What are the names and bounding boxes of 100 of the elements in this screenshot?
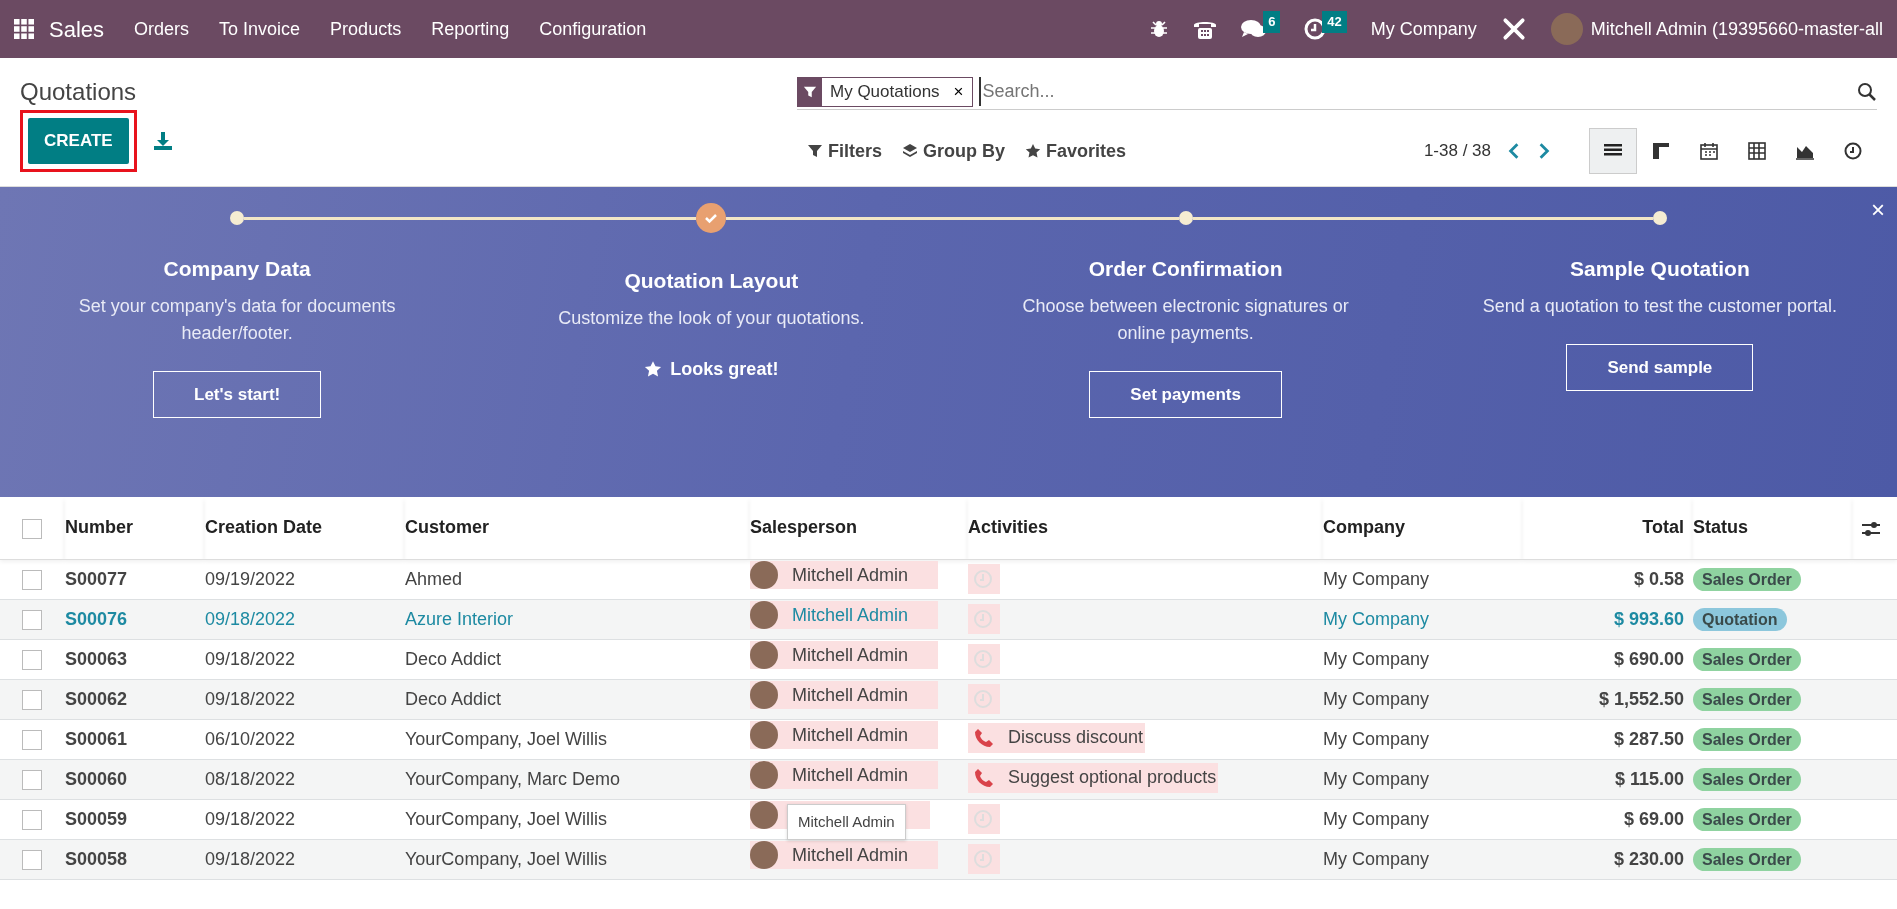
company-name: My Company [1323,808,1430,829]
activity-tag[interactable]: Suggest optional products [968,762,1219,793]
company-name: My Company [1323,768,1430,789]
clock-icon [973,609,993,629]
status-badge: Sales Order [1693,767,1801,791]
order-number: S00077 [65,568,128,589]
creation-date: 06/10/2022 [205,728,296,749]
order-total: $ 690.00 [1613,648,1684,669]
customer-name: YourCompany, Joel Willis [405,728,608,749]
apps-menu-icon[interactable] [14,19,34,39]
row-checkbox[interactable] [22,569,42,590]
menu-item[interactable]: Reporting [416,15,525,43]
order-total: $ 69.00 [1623,808,1684,829]
page-title: Quotations [20,77,138,107]
column-header[interactable]: Customer [405,517,489,538]
menu-item[interactable]: Orders [119,15,205,43]
order-number: S00061 [65,728,128,749]
creation-date: 09/18/2022 [205,648,296,669]
order-number: S00060 [65,768,128,789]
column-header[interactable]: Number [65,517,133,538]
chevron-right-icon[interactable] [1537,142,1551,160]
status-badge: Quotation [1693,607,1787,631]
funnel-icon [807,143,823,159]
pager-value: 1-38 / 38 [1423,140,1491,163]
avatar-icon [750,721,778,749]
column-header[interactable]: Status [1693,517,1748,538]
step-action-button[interactable]: Send sample [1566,343,1754,391]
company-name: My Company [1323,648,1430,669]
creation-date: 09/18/2022 [205,688,296,709]
search-option-button[interactable]: Group By [892,137,1016,165]
user-name[interactable]: Mitchell Admin (19395660-master-all [1590,15,1883,43]
menu-item[interactable]: Products [315,15,417,43]
avatar-icon [750,761,778,789]
company-name: My Company [1323,608,1430,629]
step-title: Sample Quotation [1569,256,1751,282]
activity-count-badge: 42 [1322,11,1347,33]
order-number: S00058 [65,848,128,869]
check-icon [704,211,719,225]
customer-name: YourCompany, Joel Willis [405,848,608,869]
clock-icon [973,689,993,709]
app-name[interactable]: Sales [34,12,120,46]
company-name: My Company [1323,848,1430,869]
chevron-left-icon[interactable] [1507,142,1521,160]
status-badge: Sales Order [1693,847,1801,871]
row-checkbox[interactable] [22,689,42,710]
column-header[interactable]: Company [1323,517,1405,538]
create-button[interactable]: CREATE [28,118,129,164]
creation-date: 08/18/2022 [205,768,296,789]
row-checkbox[interactable] [22,809,42,830]
company-name: My Company [1323,688,1430,709]
order-total: $ 230.00 [1613,848,1684,869]
select-all-checkbox[interactable] [22,518,42,539]
search-option-button[interactable]: Favorites [1015,137,1137,165]
step-description: Send a quotation to test the customer portal. [1481,294,1838,318]
star-icon [644,360,663,378]
status-badge: Sales Order [1693,807,1801,831]
clock-icon [973,809,993,829]
close-button[interactable]: × [1865,197,1891,223]
search-icon[interactable] [1857,81,1877,102]
column-header[interactable]: Activities [968,517,1049,538]
column-header[interactable]: Total [1642,517,1684,538]
status-badge: Sales Order [1693,687,1801,711]
avatar-icon [750,841,778,869]
bug-icon[interactable] [1149,19,1170,39]
facet-remove-button[interactable]: × [947,77,972,106]
customer-name: Deco Addict [405,688,502,709]
phone-icon [974,767,994,788]
row-checkbox[interactable] [22,849,42,870]
calendar-icon [1699,141,1719,161]
row-checkbox[interactable] [22,769,42,790]
search-facet[interactable]: My Quotations × [797,76,973,107]
column-header[interactable]: Salesperson [750,517,858,538]
salesperson-tag: Mitchell Admin [750,601,939,629]
menu-item[interactable]: To Invoice [204,15,316,43]
status-badge: Sales Order [1693,567,1801,591]
column-header[interactable]: Creation Date [205,517,323,538]
status-badge: Sales Order [1693,647,1801,671]
order-total: $ 0.58 [1633,568,1684,589]
search-option-button[interactable]: Filters [797,137,893,165]
salesperson-tag: Mitchell Admin [750,721,939,749]
avatar-icon [750,801,778,829]
row-checkbox[interactable] [22,729,42,750]
row-checkbox[interactable] [22,649,42,670]
avatar-icon [750,681,778,709]
customer-name: YourCompany, Joel Willis [405,808,608,829]
creation-date: 09/18/2022 [205,848,296,869]
row-checkbox[interactable] [22,609,42,630]
creation-date: 09/18/2022 [205,608,296,629]
company-switcher[interactable]: My Company [1370,15,1477,43]
download-icon[interactable] [152,130,173,151]
step-title: Company Data [162,256,312,282]
step-action-button[interactable]: Set payments [1089,370,1282,418]
creation-date: 09/19/2022 [205,568,296,589]
menu-item[interactable]: Configuration [524,15,662,43]
activity-tag[interactable]: Discuss discount [968,722,1146,753]
order-total: $ 115.00 [1614,768,1684,789]
order-number: S00076 [65,608,128,629]
step-action-button[interactable]: Let's start! [153,370,322,418]
customer-name: Ahmed [405,568,463,589]
view-switch-button[interactable] [1589,128,1637,174]
